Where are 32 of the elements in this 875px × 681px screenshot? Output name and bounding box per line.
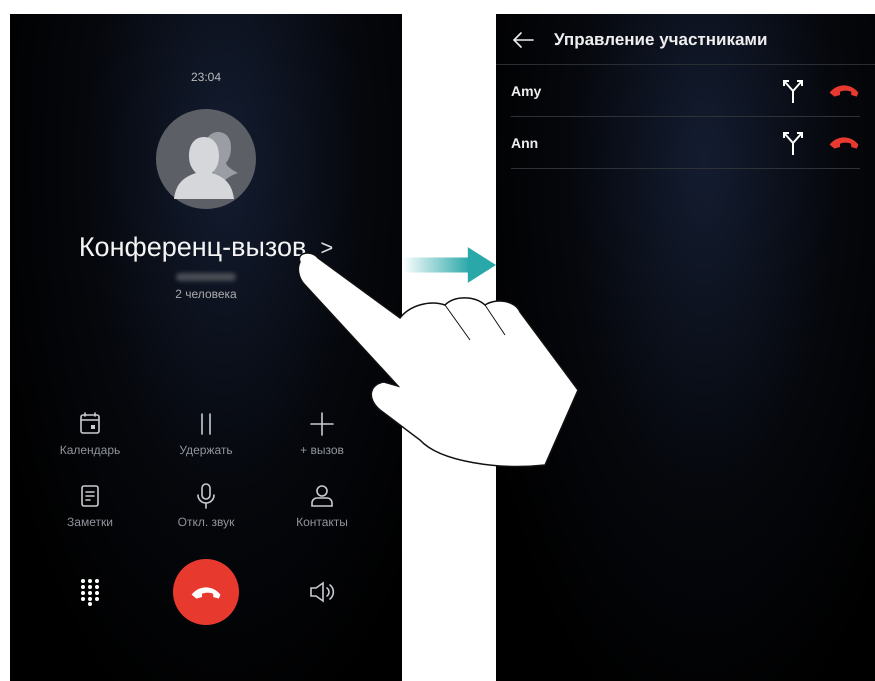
speaker-icon[interactable] xyxy=(309,581,335,603)
plus-icon xyxy=(310,412,334,436)
handset-icon xyxy=(828,135,860,150)
calendar-icon xyxy=(79,412,101,436)
hang-up-button[interactable] xyxy=(828,135,860,150)
call-action-button[interactable]: Календарь xyxy=(32,411,148,457)
participant-name: Ann xyxy=(511,134,540,150)
blurred-names xyxy=(176,273,236,281)
call-action-button[interactable]: + вызов xyxy=(264,411,380,457)
arrow-icon xyxy=(402,246,496,284)
pause-icon xyxy=(198,412,214,436)
call-action-button[interactable]: Контакты xyxy=(264,483,380,529)
microphone-icon xyxy=(196,483,216,509)
handset-icon xyxy=(828,83,860,98)
chevron-icon[interactable]: > xyxy=(320,234,334,260)
call-action-button[interactable]: Удержать xyxy=(148,411,264,457)
hang-up-button[interactable] xyxy=(828,83,860,98)
person-icon xyxy=(310,484,334,508)
handset-icon xyxy=(190,584,222,600)
participant-count: 2 человека xyxy=(175,287,237,301)
call-action-button[interactable]: Заметки xyxy=(32,483,148,529)
split-call-icon[interactable] xyxy=(782,78,804,104)
group-avatar-icon xyxy=(156,109,256,209)
participant-name: Amy xyxy=(511,82,542,98)
clock-time: 23:04 xyxy=(190,70,222,84)
dialpad-icon[interactable] xyxy=(80,578,100,606)
call-action-button[interactable]: Откл. звук xyxy=(148,483,264,529)
note-icon xyxy=(80,484,100,508)
split-call-icon[interactable] xyxy=(782,130,804,156)
screen-title: Управление участниками xyxy=(554,30,768,50)
call-title[interactable]: Конференц-вызов xyxy=(78,232,306,263)
back-icon[interactable] xyxy=(512,31,534,49)
